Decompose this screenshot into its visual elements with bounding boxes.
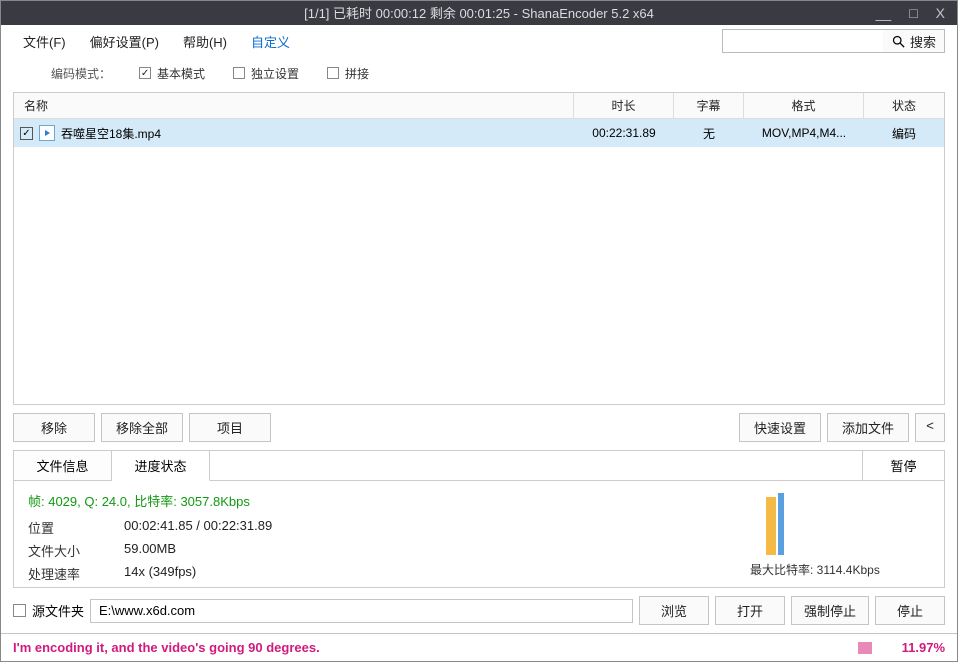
source-row: 源文件夹 浏览 打开 强制停止 停止 <box>1 588 957 633</box>
open-button[interactable]: 打开 <box>715 596 785 625</box>
info-panel: 文件信息 进度状态 暂停 帧: 4029, Q: 24.0, 比特率: 3057… <box>13 450 945 588</box>
encode-mode-row: 编码模式： ✓基本模式 独立设置 拼接 <box>1 58 957 88</box>
info-body: 帧: 4029, Q: 24.0, 比特率: 3057.8Kbps 位置00:0… <box>14 481 944 589</box>
title-bar: [1/1] 已耗时 00:00:12 剩余 00:01:25 - ShanaEn… <box>1 1 957 25</box>
size-value: 59.00MB <box>124 541 176 560</box>
window-controls: __ □ X <box>876 1 957 25</box>
pos-label: 位置 <box>28 518 124 537</box>
status-message: I'm encoding it, and the video's going 9… <box>13 640 320 655</box>
force-stop-button[interactable]: 强制停止 <box>791 596 869 625</box>
add-file-button[interactable]: 添加文件 <box>827 413 909 442</box>
close-icon[interactable]: X <box>936 1 945 25</box>
actions-row: 移除 移除全部 项目 快速设置 添加文件 < <box>1 405 957 450</box>
pause-button[interactable]: 暂停 <box>862 451 944 481</box>
max-bitrate: 最大比特率: 3114.4Kbps <box>750 561 880 578</box>
table-header: 名称 时长 字幕 格式 状态 <box>14 93 944 119</box>
speed-value: 14x (349fps) <box>124 564 196 583</box>
col-duration[interactable]: 时长 <box>574 93 674 118</box>
tab-fileinfo[interactable]: 文件信息 <box>14 451 112 481</box>
row-subtitle: 无 <box>674 125 744 142</box>
table-body[interactable]: ✓ 吞噬星空18集.mp4 00:22:31.89 无 MOV,MP4,M4..… <box>14 119 944 404</box>
source-path-input[interactable] <box>90 599 633 623</box>
table-row[interactable]: ✓ 吞噬星空18集.mp4 00:22:31.89 无 MOV,MP4,M4..… <box>14 119 944 147</box>
row-checkbox[interactable]: ✓ <box>20 127 33 140</box>
mode-basic-checkbox[interactable]: ✓基本模式 <box>139 65 205 82</box>
maximize-icon[interactable]: □ <box>909 1 917 25</box>
browse-button[interactable]: 浏览 <box>639 596 709 625</box>
menu-file[interactable]: 文件(F) <box>13 28 76 55</box>
progress-percent: 11.97% <box>902 640 945 655</box>
search-button[interactable]: 搜索 <box>883 30 944 52</box>
file-table: 名称 时长 字幕 格式 状态 ✓ 吞噬星空18集.mp4 00:22:31.89… <box>13 92 945 405</box>
row-filename: 吞噬星空18集.mp4 <box>61 125 161 142</box>
search-icon <box>891 34 906 49</box>
info-tabs: 文件信息 进度状态 暂停 <box>14 451 944 481</box>
col-format[interactable]: 格式 <box>744 93 864 118</box>
more-button[interactable]: < <box>915 413 945 442</box>
col-status[interactable]: 状态 <box>864 93 944 118</box>
remove-all-button[interactable]: 移除全部 <box>101 413 183 442</box>
project-button[interactable]: 项目 <box>189 413 271 442</box>
search-box: 搜索 <box>722 29 945 53</box>
mode-concat-checkbox[interactable]: 拼接 <box>327 65 369 82</box>
minimize-icon[interactable]: __ <box>876 1 892 25</box>
speed-label: 处理速率 <box>28 564 124 583</box>
size-label: 文件大小 <box>28 541 124 560</box>
remove-button[interactable]: 移除 <box>13 413 95 442</box>
stop-button[interactable]: 停止 <box>875 596 945 625</box>
search-input[interactable] <box>723 34 883 48</box>
source-checkbox[interactable] <box>13 604 26 617</box>
menu-bar: 文件(F) 偏好设置(P) 帮助(H) 自定义 搜索 <box>1 25 957 59</box>
mode-label: 编码模式： <box>51 65 111 82</box>
video-file-icon <box>39 125 55 141</box>
bitrate-chart <box>758 491 888 555</box>
quick-settings-button[interactable]: 快速设置 <box>739 413 821 442</box>
source-label: 源文件夹 <box>32 601 84 620</box>
app-window: [1/1] 已耗时 00:00:12 剩余 00:01:25 - ShanaEn… <box>0 0 958 662</box>
encode-stats: 帧: 4029, Q: 24.0, 比特率: 3057.8Kbps <box>28 491 750 510</box>
row-duration: 00:22:31.89 <box>574 126 674 140</box>
menu-custom[interactable]: 自定义 <box>241 28 300 55</box>
col-name[interactable]: 名称 <box>14 93 574 118</box>
row-status: 编码 <box>864 125 944 142</box>
mode-independent-checkbox[interactable]: 独立设置 <box>233 65 299 82</box>
row-format: MOV,MP4,M4... <box>744 126 864 140</box>
menu-help[interactable]: 帮助(H) <box>173 28 237 55</box>
tab-progress[interactable]: 进度状态 <box>112 451 210 481</box>
window-title: [1/1] 已耗时 00:00:12 剩余 00:01:25 - ShanaEn… <box>1 3 957 22</box>
progress-indicator <box>858 642 872 654</box>
status-bar: I'm encoding it, and the video's going 9… <box>1 633 957 661</box>
col-subtitle[interactable]: 字幕 <box>674 93 744 118</box>
pos-value: 00:02:41.85 / 00:22:31.89 <box>124 518 272 537</box>
menu-preferences[interactable]: 偏好设置(P) <box>80 28 169 55</box>
